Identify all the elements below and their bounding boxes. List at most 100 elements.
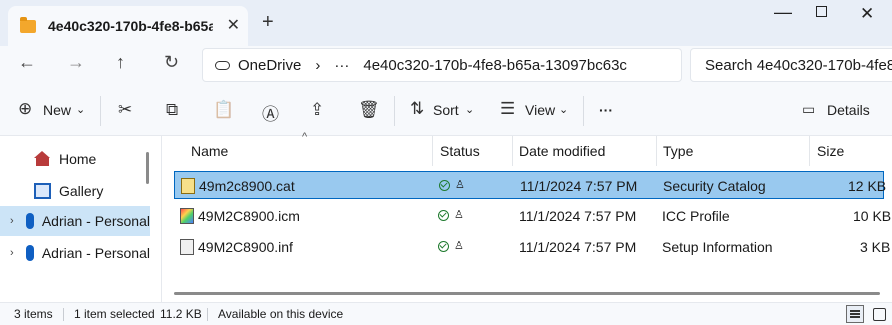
title-bar: 4e40c320-170b-4fe8-b65a-13097bc63c ✕ + —… xyxy=(0,0,892,46)
file-type: Security Catalog xyxy=(663,178,766,194)
address-bar[interactable]: OneDrive › ··· 4e40c320-170b-4fe8-b65a-1… xyxy=(202,48,682,82)
breadcrumb-separator-icon[interactable]: › xyxy=(315,57,320,74)
close-window-button[interactable]: ✕ xyxy=(860,4,874,24)
onedrive-cloud-icon xyxy=(25,245,34,261)
date-modified: 11/1/2024 7:57 PM xyxy=(519,239,637,255)
view-button[interactable]: View xyxy=(525,102,555,118)
table-row[interactable]: 49M2C8900.icm ♙ 11/1/2024 7:57 PM ICC Pr… xyxy=(174,202,891,230)
toolbar-divider xyxy=(100,96,101,126)
file-name[interactable]: 49m2c8900.cat xyxy=(199,178,295,194)
status-bar: 3 items 1 item selected 11.2 KB Availabl… xyxy=(0,302,892,325)
status-divider xyxy=(63,308,64,321)
sidebar-scrollbar[interactable] xyxy=(146,152,149,184)
gallery-icon xyxy=(34,183,51,199)
cloud-icon xyxy=(215,60,230,70)
forward-button[interactable]: → xyxy=(67,52,85,73)
table-row[interactable]: 49M2C8900.inf ♙ 11/1/2024 7:57 PM Setup … xyxy=(174,233,890,261)
new-dropdown-chevron-icon[interactable]: ⌄ xyxy=(76,103,85,116)
column-header-date-modified[interactable]: Date modified xyxy=(519,143,605,159)
setup-info-file-icon xyxy=(180,239,194,255)
minimize-button[interactable]: — xyxy=(774,2,792,23)
sidebar-item-label: Gallery xyxy=(59,183,104,199)
expand-chevron-icon[interactable]: › xyxy=(10,247,18,259)
column-divider[interactable] xyxy=(432,136,433,166)
sidebar-item-label: Adrian - Personal xyxy=(41,213,150,229)
view-icon: ☰ xyxy=(500,99,516,118)
onedrive-cloud-icon xyxy=(25,213,34,229)
tab-current-folder[interactable]: 4e40c320-170b-4fe8-b65a-13097bc63c ✕ xyxy=(8,6,248,46)
availability-status: Available on this device xyxy=(218,307,344,321)
file-type: ICC Profile xyxy=(662,208,730,224)
sidebar-item-label: Home xyxy=(59,151,97,167)
available-status-icon xyxy=(439,180,450,191)
more-options-button[interactable]: ··· xyxy=(599,102,613,118)
column-divider[interactable] xyxy=(656,136,657,166)
selection-size: 11.2 KB xyxy=(160,307,202,321)
horizontal-scrollbar[interactable] xyxy=(174,292,880,295)
selection-count: 1 item selected xyxy=(74,307,155,321)
sidebar-item-onedrive-personal-2[interactable]: › Adrian - Personal xyxy=(0,238,150,268)
search-input[interactable]: Search 4e40c320-170b-4fe8-b65a-13097bc63… xyxy=(690,48,892,82)
file-size: 12 KB xyxy=(848,178,887,194)
close-tab-icon[interactable]: ✕ xyxy=(227,15,240,35)
file-type: Setup Information xyxy=(662,239,773,255)
available-status-icon xyxy=(438,241,449,252)
shared-person-icon: ♙ xyxy=(454,240,464,252)
folder-icon xyxy=(20,16,36,33)
sort-button[interactable]: Sort xyxy=(433,102,459,118)
rename-button[interactable]: Ⓐ xyxy=(262,100,279,125)
file-name[interactable]: 49M2C8900.inf xyxy=(198,239,293,255)
new-button[interactable]: New xyxy=(43,102,71,118)
file-size: 10 KB xyxy=(853,208,892,224)
sort-indicator-icon: ^ xyxy=(302,131,308,143)
sidebar-item-gallery[interactable]: Gallery xyxy=(0,176,150,206)
sort-dropdown-chevron-icon[interactable]: ⌄ xyxy=(465,103,474,116)
breadcrumb-more-button[interactable]: ··· xyxy=(334,57,349,74)
new-plus-icon[interactable]: ⊕ xyxy=(18,99,32,119)
refresh-button[interactable]: ↻ xyxy=(164,52,179,73)
toolbar-divider xyxy=(583,96,584,126)
sidebar-item-onedrive-personal[interactable]: › Adrian - Personal xyxy=(0,206,150,236)
catalog-file-icon xyxy=(181,178,195,194)
table-row[interactable]: 49m2c8900.cat ♙ 11/1/2024 7:57 PM Securi… xyxy=(174,171,887,199)
details-pane-icon: ▭ xyxy=(802,101,816,117)
toolbar-divider xyxy=(394,96,395,126)
sort-icon: ⇅ xyxy=(410,99,425,118)
column-header-name[interactable]: Name xyxy=(191,143,228,159)
shared-person-icon: ♙ xyxy=(455,179,465,191)
shared-person-icon: ♙ xyxy=(454,209,464,221)
column-divider[interactable] xyxy=(512,136,513,166)
breadcrumb-current-folder[interactable]: 4e40c320-170b-4fe8-b65a-13097bc63c xyxy=(363,57,638,74)
breadcrumb-onedrive[interactable]: OneDrive xyxy=(238,57,301,74)
status-divider xyxy=(207,308,208,321)
delete-button[interactable]: 🗑 xyxy=(358,100,380,120)
tiles-view-button[interactable] xyxy=(870,305,888,323)
sidebar-item-home[interactable]: Home xyxy=(0,144,150,174)
file-name[interactable]: 49M2C8900.icm xyxy=(198,208,300,224)
column-header-size[interactable]: Size xyxy=(817,143,844,159)
maximize-button[interactable] xyxy=(816,6,827,17)
date-modified: 11/1/2024 7:57 PM xyxy=(519,208,637,224)
back-button[interactable]: ← xyxy=(18,52,36,73)
column-header-status[interactable]: Status xyxy=(440,143,480,159)
share-button[interactable]: ⇪ xyxy=(310,100,324,120)
paste-button[interactable]: 📋 xyxy=(213,100,234,120)
tab-title: 4e40c320-170b-4fe8-b65a-13097bc63c xyxy=(48,18,213,34)
command-toolbar: ⊕ New ⌄ ✂ ⧉ 📋 Ⓐ ⇪ 🗑 ⇅ Sort ⌄ ☰ View ⌄ ··… xyxy=(0,86,892,136)
column-header-type[interactable]: Type xyxy=(663,143,693,159)
sidebar-item-label: Adrian - Personal xyxy=(41,245,150,261)
copy-button[interactable]: ⧉ xyxy=(166,100,178,120)
file-list: ^ Name Status Date modified Type Size 49… xyxy=(162,131,892,302)
item-count: 3 items xyxy=(14,307,53,321)
color-profile-file-icon xyxy=(180,208,194,224)
new-tab-button[interactable]: + xyxy=(262,11,274,34)
details-button[interactable]: Details xyxy=(827,102,870,118)
expand-chevron-icon[interactable]: › xyxy=(10,215,18,227)
column-header-row: ^ Name Status Date modified Type Size xyxy=(162,131,892,166)
cut-button[interactable]: ✂ xyxy=(118,100,132,120)
navigation-pane: Home Gallery › Adrian - Personal › Adria… xyxy=(0,136,162,302)
column-divider[interactable] xyxy=(809,136,810,166)
view-dropdown-chevron-icon[interactable]: ⌄ xyxy=(559,103,568,116)
up-button[interactable]: ↑ xyxy=(116,52,125,73)
details-view-button[interactable] xyxy=(846,305,864,323)
